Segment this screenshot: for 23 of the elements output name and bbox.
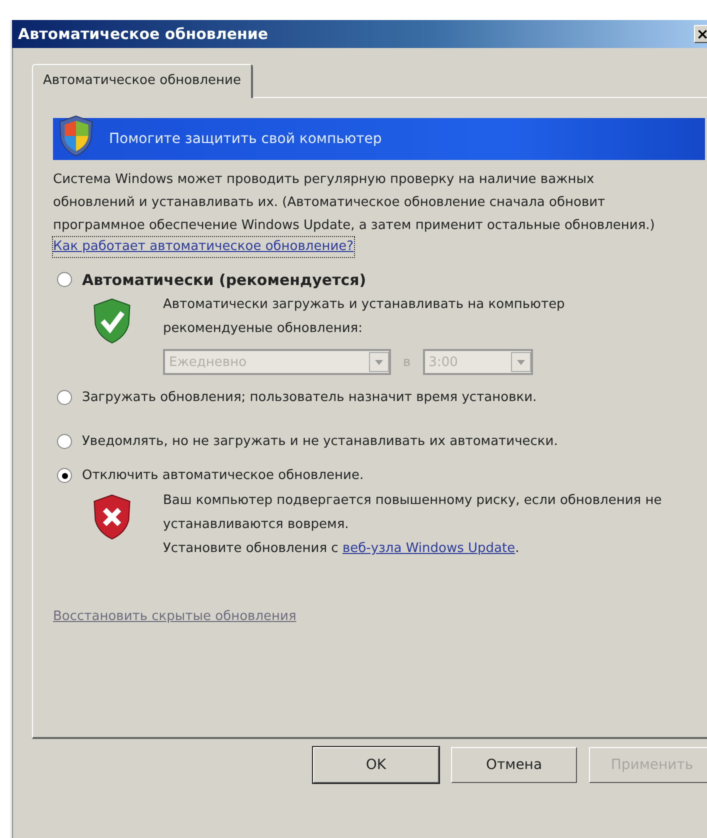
warning-text: Ваш компьютер подвергается повышенному риску, если обновления не устанавливаются вовремя. xyxy=(163,492,663,534)
option-label[interactable]: Загружать обновления; пользователь назначит время установки. xyxy=(82,387,537,409)
option-label[interactable]: Уведомлять, но не загружать и не устанавливать их автоматически. xyxy=(82,431,558,453)
windows-update-link[interactable]: веб-узла Windows Update xyxy=(342,541,516,556)
radio-button[interactable] xyxy=(57,390,72,405)
tab[interactable]: Автоматическое обновление xyxy=(32,64,253,98)
radio-button[interactable] xyxy=(57,468,72,483)
close-button[interactable]: × xyxy=(694,25,707,43)
error-shield-icon xyxy=(91,493,133,541)
dialog-button[interactable]: Отмена xyxy=(451,747,577,783)
dialog-button[interactable]: OK xyxy=(313,747,439,783)
help-link[interactable]: Как работает автоматическое обновление? xyxy=(53,237,354,257)
intro-text: Система Windows может проводить регулярную проверку на наличие важных обновлений и устанавливать их. (Автоматическое обновление сначала обновит программное обеспечение Windows Update, а затем применит остальные обновления.) xyxy=(53,171,656,235)
window-title: Автоматическое обновление xyxy=(17,25,268,43)
banner-title: Помогите защитить свой компьютер xyxy=(109,131,382,147)
install-text: Установите обновления с веб-узла Windows Update. xyxy=(163,540,520,558)
check-shield-icon xyxy=(91,297,133,345)
radio-button[interactable] xyxy=(57,272,72,287)
option-label[interactable]: Автоматически (рекомендуется) xyxy=(82,269,366,291)
option-description: Автоматически загружать и устанавливать на компьютер рекомендуеные обновления: xyxy=(163,296,566,338)
shield-icon xyxy=(57,113,95,159)
option-label[interactable]: Отключить автоматическое обновление. xyxy=(82,465,364,487)
radio-button[interactable] xyxy=(57,434,72,449)
